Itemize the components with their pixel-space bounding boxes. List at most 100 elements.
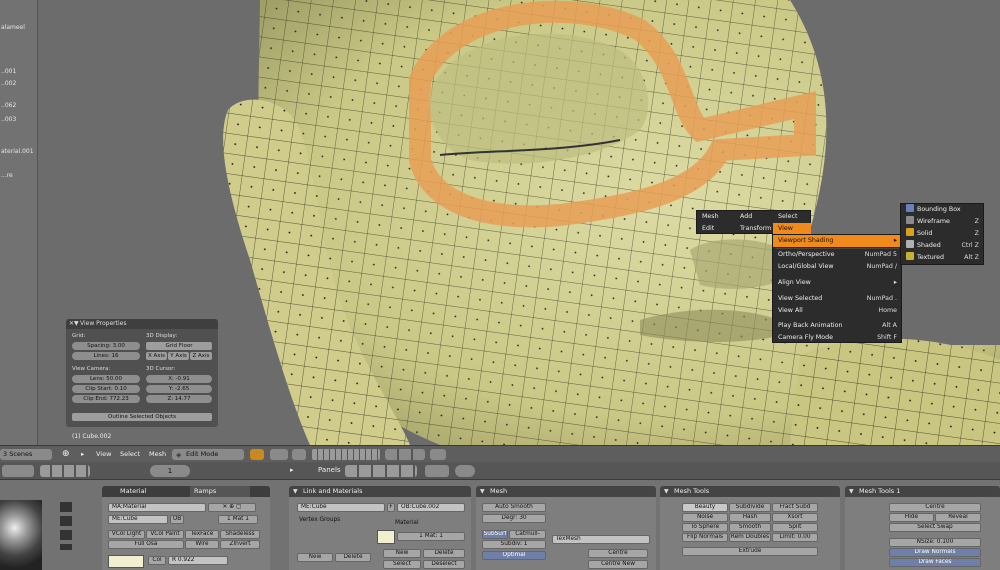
vcol-light-toggle[interactable]: VCol Light — [108, 530, 145, 539]
beauty-toggle[interactable]: Beauty — [682, 503, 728, 512]
x-axis-toggle[interactable]: X Axis — [146, 352, 167, 360]
outline-selected-button[interactable]: Outline Selected Objects — [72, 413, 212, 421]
col-button[interactable]: Col — [148, 556, 166, 565]
centre-new-button[interactable]: Centre New — [588, 560, 648, 569]
subsurf-type-dropdown[interactable]: Catmull- — [509, 530, 546, 539]
collapse-icon[interactable]: ▼ — [849, 488, 854, 495]
preview-type-icons[interactable] — [60, 502, 72, 550]
lens-field[interactable]: Lens: 50.00 — [72, 375, 140, 383]
manipulator-icon[interactable] — [292, 449, 306, 460]
cursor-x-field[interactable]: X: -0.91 — [146, 375, 212, 383]
reveal-button[interactable]: Reveal — [935, 513, 981, 522]
proportional-icon[interactable] — [430, 449, 446, 460]
3d-viewport[interactable]: View Properties ✕▼ Grid: Spacing: 3.00 L… — [38, 0, 1000, 445]
collapse-icon[interactable]: ▸ — [290, 466, 294, 474]
collapse-icon[interactable]: ▸ — [81, 449, 84, 460]
outliner-item[interactable]: ...re — [0, 170, 38, 181]
mesh-tools-1-title[interactable]: Mesh Tools 1 — [845, 486, 1000, 497]
outliner-item[interactable]: alameel — [0, 22, 38, 33]
cursor-z-field[interactable]: Z: 14.77 — [146, 395, 212, 403]
material-name-field[interactable]: MA:Material — [108, 503, 206, 512]
split-button[interactable]: Split — [772, 523, 818, 532]
outliner-item[interactable]: ..002 — [0, 78, 38, 89]
material-new-button[interactable]: New — [383, 549, 421, 558]
draw-faces-toggle[interactable]: Draw Faces — [889, 558, 981, 567]
material-actions[interactable]: ✕ ⊕ ▢ — [208, 503, 256, 512]
red-value-field[interactable]: R 0.922 — [168, 556, 228, 565]
ob-toggle[interactable]: OB — [170, 515, 184, 524]
subsurf-toggle[interactable]: SubSurf — [482, 530, 508, 539]
hash-button[interactable]: Hash — [729, 513, 771, 522]
y-axis-toggle[interactable]: Y Axis — [168, 352, 189, 360]
view-properties-title[interactable]: View Properties — [66, 319, 218, 329]
outliner-item[interactable]: ..003 — [0, 114, 38, 125]
texmesh-field[interactable]: TexMesh — [552, 535, 650, 544]
menu-item-play-animation[interactable]: Play Back Animation Alt A — [773, 320, 901, 332]
collapse-icon[interactable]: ▼ — [293, 488, 298, 495]
material-select-button[interactable]: Select — [383, 560, 421, 569]
outliner-item[interactable]: ..001 — [0, 66, 38, 77]
fake-user-toggle[interactable]: F — [387, 503, 395, 512]
degr-field[interactable]: Degr: 30 — [482, 514, 546, 523]
grid-floor-toggle[interactable]: Grid Floor — [146, 342, 212, 350]
subdivide-button[interactable]: Subdivide — [729, 503, 771, 512]
mesh-tools-title[interactable]: Mesh Tools — [660, 486, 840, 497]
clip-start-field[interactable]: Clip Start: 0.10 — [72, 385, 140, 393]
xsort-button[interactable]: Xsort — [772, 513, 818, 522]
mesh-panel-title[interactable]: Mesh — [476, 486, 656, 497]
ramps-tab[interactable]: Ramps — [190, 486, 250, 497]
context-icons[interactable] — [40, 465, 90, 477]
menu-item-viewport-shading[interactable]: Viewport Shading ▸ — [773, 235, 901, 247]
rem-doubles-button[interactable]: Rem Doubles — [729, 533, 771, 542]
menu-edit[interactable]: Edit — [697, 223, 735, 235]
shading-wireframe[interactable]: Wireframe Z — [901, 216, 983, 228]
menu-select[interactable]: Select — [120, 449, 140, 460]
menu-item-ortho[interactable]: Ortho/Perspective NumPad 5 — [773, 249, 901, 261]
menu-transform[interactable]: Transform — [735, 223, 773, 235]
select-swap-button[interactable]: Select Swap — [889, 523, 981, 532]
auto-smooth-toggle[interactable]: Auto Smooth — [482, 503, 546, 512]
shading-bounding-box[interactable]: Bounding Box — [901, 204, 983, 216]
nsize-field[interactable]: NSize: 0.100 — [889, 538, 981, 547]
draw-normals-toggle[interactable]: Draw Normals — [889, 548, 981, 557]
subdiv-field[interactable]: Subdiv: 1 — [482, 540, 546, 549]
view-type-icon[interactable]: ⊕ — [62, 449, 70, 460]
menu-add[interactable]: Add — [735, 211, 773, 223]
collapse-icon[interactable]: ▼ — [480, 488, 485, 495]
layer-buttons[interactable] — [312, 449, 380, 460]
menu-item-local-global[interactable]: Local/Global View NumPad / — [773, 261, 901, 273]
centre-button[interactable]: Centre — [889, 503, 981, 512]
vgroup-delete-button[interactable]: Delete — [335, 553, 371, 562]
full-osa-toggle[interactable]: Full Osa — [108, 540, 184, 549]
pivot-icon[interactable] — [270, 449, 288, 460]
fract-subd-button[interactable]: Fract Subd — [772, 503, 818, 512]
outliner-item[interactable]: ..062 — [0, 100, 38, 111]
cursor-y-field[interactable]: Y: -2.65 — [146, 385, 212, 393]
noise-button[interactable]: Noise — [682, 513, 728, 522]
vgroup-new-button[interactable]: New — [297, 553, 333, 562]
link-materials-title[interactable]: Link and Materials — [289, 486, 471, 497]
menu-item-view-selected[interactable]: View Selected NumPad . — [773, 293, 901, 305]
color-swatch[interactable] — [108, 555, 144, 568]
spacing-field[interactable]: Spacing: 3.00 — [72, 342, 140, 350]
material-tab[interactable]: Material — [120, 486, 146, 497]
panel-context-icons[interactable] — [345, 465, 417, 477]
optimal-toggle[interactable]: Optimal — [482, 551, 546, 560]
menu-mesh[interactable]: Mesh — [697, 211, 735, 223]
material-color-swatch[interactable] — [377, 530, 395, 544]
collapse-icon[interactable]: ▼ — [664, 488, 669, 495]
clip-end-field[interactable]: Clip End: 772.23 — [72, 395, 140, 403]
menu-select[interactable]: Select — [773, 211, 811, 223]
z-axis-toggle[interactable]: Z Axis — [190, 352, 212, 360]
centre-button[interactable]: Centre — [588, 549, 648, 558]
texface-toggle[interactable]: TexFace — [185, 530, 219, 539]
mesh-name-field[interactable]: ME:Cube — [108, 515, 168, 524]
mesh-datablock-field[interactable]: ME:Cube — [297, 503, 385, 512]
editor-type-icon[interactable] — [2, 465, 34, 477]
panels-menu[interactable]: Panels — [318, 466, 341, 474]
frame-field[interactable]: 1 — [150, 465, 190, 477]
close-icon[interactable]: ✕▼ — [69, 320, 79, 327]
smooth-button[interactable]: Smooth — [729, 523, 771, 532]
limit-field[interactable]: Limit: 0.00 — [772, 533, 818, 542]
menu-item-view-all[interactable]: View All Home — [773, 305, 901, 317]
